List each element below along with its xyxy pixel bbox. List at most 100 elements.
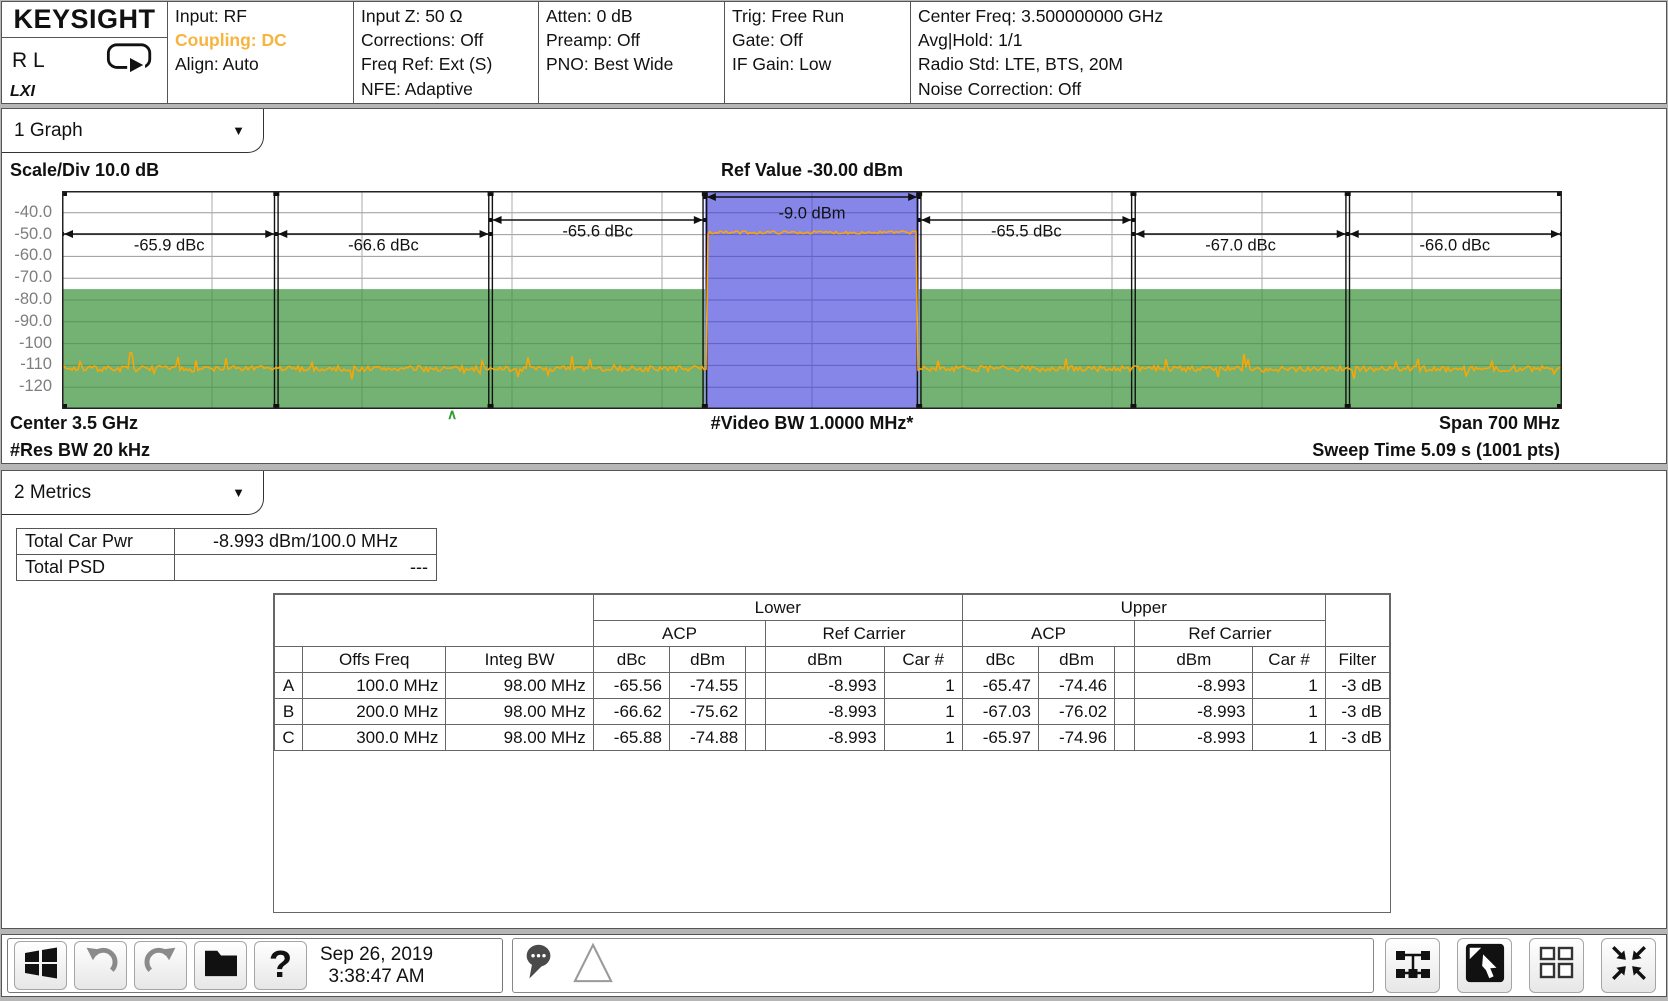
date-text: Sep 26, 2019 bbox=[320, 944, 433, 966]
svg-text:-65.5 dBc: -65.5 dBc bbox=[991, 222, 1062, 240]
messages-bubble-icon[interactable] bbox=[523, 941, 565, 990]
acp-cell-lo_dbc: -66.62 bbox=[593, 699, 669, 725]
acp-header-blank bbox=[275, 595, 594, 647]
res-bw-annotation[interactable]: #Res BW 20 kHz bbox=[10, 440, 150, 461]
header-info-line: Align: Auto bbox=[175, 52, 353, 76]
video-bw-annotation[interactable]: #Video BW 1.0000 MHz* bbox=[62, 413, 1562, 434]
acp-cell-lo_ref: -8.993 bbox=[766, 725, 884, 751]
help-icon: ? bbox=[269, 944, 292, 987]
acp-cell-up_dbm: -76.02 bbox=[1038, 699, 1114, 725]
acp-cell-integ: 98.00 MHz bbox=[446, 725, 593, 751]
status-message-area[interactable] bbox=[512, 938, 1374, 993]
sweep-time-annotation[interactable]: Sweep Time 5.09 s (1001 pts) bbox=[1312, 440, 1560, 461]
collapse-view-button[interactable] bbox=[1601, 938, 1656, 993]
acp-col-blank bbox=[275, 647, 303, 673]
y-axis-tick-label: -90.0 bbox=[14, 312, 52, 331]
y-axis-tick-label: -70.0 bbox=[14, 268, 52, 287]
acp-col-integ-bw: Integ BW bbox=[446, 647, 593, 673]
acp-header-groups: Lower Upper bbox=[275, 595, 1390, 621]
table-row: Total PSD --- bbox=[17, 555, 437, 581]
acp-cell-offs: 200.0 MHz bbox=[303, 699, 446, 725]
y-axis-tick-label: -110 bbox=[20, 355, 52, 374]
acp-cell-up_ref: -8.993 bbox=[1135, 725, 1253, 751]
y-axis-tick-label: -120 bbox=[19, 377, 52, 396]
acp-col-dbc: dBc bbox=[593, 647, 669, 673]
touch-control-button[interactable] bbox=[1457, 938, 1512, 993]
y-axis-tick-label: -100 bbox=[19, 334, 52, 353]
graph-window-selector[interactable]: 1 Graph ▼ bbox=[2, 109, 264, 153]
sequence-setup-button[interactable] bbox=[1385, 938, 1440, 993]
acp-cell-up_car: 1 bbox=[1253, 725, 1325, 751]
help-button[interactable]: ? bbox=[254, 941, 307, 990]
header-info-line: Input Z: 50 Ω bbox=[361, 4, 538, 28]
redo-button[interactable] bbox=[134, 941, 187, 990]
windows-start-button[interactable] bbox=[14, 941, 67, 990]
svg-text:-66.6 dBc: -66.6 dBc bbox=[348, 236, 419, 254]
run-state-label: R L bbox=[12, 49, 45, 73]
acp-cell-filter: -3 dB bbox=[1325, 725, 1389, 751]
undo-icon bbox=[82, 945, 120, 986]
svg-text:-65.6 dBc: -65.6 dBc bbox=[562, 222, 633, 240]
acp-cell-spacer bbox=[746, 699, 766, 725]
layout-grid-icon bbox=[1537, 943, 1577, 988]
acp-cell-up_dbc: -65.97 bbox=[962, 725, 1038, 751]
acp-results-table: Lower Upper ACP Ref Carrier ACP Ref Carr… bbox=[273, 593, 1391, 913]
dropdown-arrow-icon: ▼ bbox=[232, 123, 245, 138]
windows-icon bbox=[23, 945, 59, 986]
header-info-line: IF Gain: Low bbox=[732, 52, 910, 76]
keysight-logo: KEYSIGHT bbox=[2, 2, 167, 38]
acp-row-A: A100.0 MHz98.00 MHz-65.56-74.55-8.9931-6… bbox=[275, 673, 1390, 699]
total-car-pwr-value: -8.993 dBm/100.0 MHz bbox=[175, 529, 437, 555]
total-psd-label: Total PSD bbox=[17, 555, 175, 581]
acp-header-ref-carrier: Ref Carrier bbox=[766, 621, 963, 647]
window-layout-button[interactable] bbox=[1529, 938, 1584, 993]
acp-cell-spacer bbox=[1115, 725, 1135, 751]
metrics-window-selector[interactable]: 2 Metrics ▼ bbox=[2, 471, 264, 515]
acp-col-offs-freq: Offs Freq bbox=[303, 647, 446, 673]
header-info-col-3[interactable]: Atten: 0 dBPreamp: OffPNO: Best Wide bbox=[539, 2, 725, 103]
continuous-sweep-icon bbox=[105, 42, 155, 79]
acp-header-blank bbox=[1325, 595, 1389, 647]
ref-value-label[interactable]: Ref Value -30.00 dBm bbox=[62, 160, 1562, 181]
header-info-line: Atten: 0 dB bbox=[546, 4, 724, 28]
acp-col-spacer bbox=[746, 647, 766, 673]
acp-cell-lo_ref: -8.993 bbox=[766, 673, 884, 699]
acp-cell-lo_dbm: -75.62 bbox=[670, 699, 746, 725]
file-button[interactable] bbox=[194, 941, 247, 990]
header-info-col-5[interactable]: Center Freq: 3.500000000 GHzAvg|Hold: 1/… bbox=[911, 2, 1667, 103]
spectrum-plot[interactable]: -9.0 dBm-65.9 dBc-66.6 dBc-65.6 dBc-65.5… bbox=[62, 191, 1562, 409]
header-info-line: Preamp: Off bbox=[546, 28, 724, 52]
acp-cell-lo_dbm: -74.88 bbox=[670, 725, 746, 751]
redo-icon bbox=[142, 945, 180, 986]
total-psd-value: --- bbox=[175, 555, 437, 581]
metrics-selector-label: 2 Metrics bbox=[14, 482, 91, 504]
acp-header-upper: Upper bbox=[962, 595, 1325, 621]
total-car-pwr-label: Total Car Pwr bbox=[17, 529, 175, 555]
acp-cell-id: B bbox=[275, 699, 303, 725]
span-annotation[interactable]: Span 700 MHz bbox=[1439, 413, 1560, 434]
acp-cell-lo_dbm: -74.55 bbox=[670, 673, 746, 699]
acp-cell-filter: -3 dB bbox=[1325, 673, 1389, 699]
acp-cell-filter: -3 dB bbox=[1325, 699, 1389, 725]
header-info-col-4[interactable]: Trig: Free RunGate: OffIF Gain: Low bbox=[725, 2, 911, 103]
folder-icon bbox=[202, 947, 240, 984]
touch-screen-icon bbox=[1464, 942, 1506, 989]
header-info-line: Coupling: DC bbox=[175, 28, 353, 52]
acp-cell-up_dbc: -65.47 bbox=[962, 673, 1038, 699]
acp-header-acp: ACP bbox=[962, 621, 1134, 647]
logo-cell: KEYSIGHT R L LXI bbox=[2, 2, 168, 103]
acp-cell-lo_car: 1 bbox=[884, 673, 962, 699]
acp-cell-integ: 98.00 MHz bbox=[446, 699, 593, 725]
acp-col-dbc: dBc bbox=[962, 647, 1038, 673]
acp-cell-up_car: 1 bbox=[1253, 699, 1325, 725]
header-info-col-1[interactable]: Input: RFCoupling: DCAlign: Auto bbox=[168, 2, 354, 103]
y-axis-labels: -40.0-50.0-60.0-70.0-80.0-90.0-100-110-1… bbox=[2, 191, 57, 409]
graph-selector-label: 1 Graph bbox=[14, 120, 83, 142]
run-state-row: R L bbox=[2, 38, 167, 79]
acp-col-car: Car # bbox=[1253, 647, 1325, 673]
svg-text:-66.0 dBc: -66.0 dBc bbox=[1420, 236, 1491, 254]
acp-col-spacer bbox=[1115, 647, 1135, 673]
header-info-col-2[interactable]: Input Z: 50 ΩCorrections: OffFreq Ref: E… bbox=[354, 2, 539, 103]
header-info-line: Freq Ref: Ext (S) bbox=[361, 52, 538, 76]
undo-button[interactable] bbox=[74, 941, 127, 990]
